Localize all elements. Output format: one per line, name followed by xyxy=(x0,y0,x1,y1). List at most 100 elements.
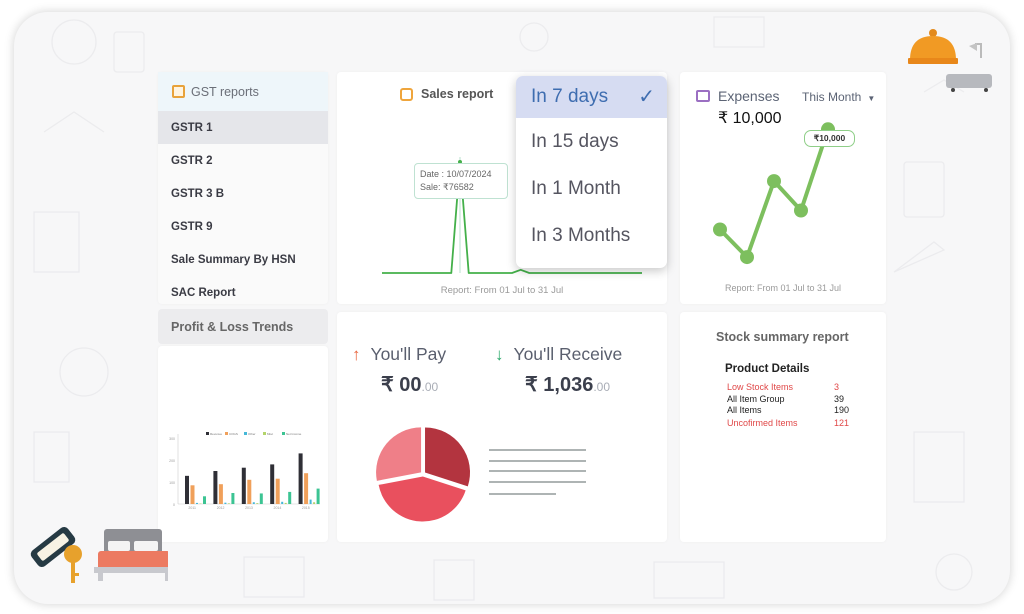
stock-summary-title: Stock summary report xyxy=(716,330,849,344)
pl-y-tick-label: 300 xyxy=(169,437,175,441)
check-icon: ✓ xyxy=(638,86,655,108)
pl-bar xyxy=(203,496,206,504)
profit-loss-panel: 0 100 200 300 Revenue COGS Other Misc Net Income… xyxy=(158,346,328,542)
room-key-icon xyxy=(30,526,82,583)
expenses-point xyxy=(740,250,754,265)
receive-amount: ₹ 1,036.00 xyxy=(525,372,610,397)
period-option-15-days[interactable]: In 15 days xyxy=(516,118,667,165)
receive-label: You'll Receive xyxy=(513,344,623,364)
gst-reports-panel: GST reports GSTR 1 GSTR 2 GSTR 3 B GSTR … xyxy=(158,72,328,304)
sales-tooltip: Date : 10/07/2024 Sale: ₹76582 xyxy=(414,163,508,199)
sales-report-icon xyxy=(400,87,413,101)
pl-legend-swatch xyxy=(244,432,247,435)
stock-row-value: 190 xyxy=(834,405,850,415)
period-option-3-months[interactable]: In 3 Months xyxy=(516,212,667,259)
expenses-point xyxy=(767,174,781,189)
stock-row-label: All Items xyxy=(727,405,762,415)
pl-legend-swatch xyxy=(263,432,266,435)
pl-bar xyxy=(275,478,280,504)
pl-bar xyxy=(316,488,320,504)
pl-bar xyxy=(259,493,263,504)
hotel-illustration-top xyxy=(908,29,992,92)
pl-legend-label: Revenue xyxy=(210,432,222,436)
stock-row-value: 39 xyxy=(834,394,845,404)
expenses-point xyxy=(713,222,727,237)
period-option-1-month[interactable]: In 1 Month xyxy=(516,165,667,212)
gst-item-gstr3b[interactable]: GSTR 3 B xyxy=(158,177,328,210)
expenses-title: Expenses xyxy=(718,88,780,104)
gst-item-sac-report[interactable]: SAC Report xyxy=(158,276,328,309)
stock-row-value: 3 xyxy=(834,382,840,392)
pl-bar xyxy=(284,502,287,504)
pay-amount-value: ₹ 00 xyxy=(381,374,422,396)
pl-bar xyxy=(304,473,309,504)
pl-bar xyxy=(185,475,189,504)
hotel-illustration-bottom xyxy=(30,526,168,583)
profit-loss-tab[interactable]: Profit & Loss Trends xyxy=(158,309,328,344)
pl-x-tick-label: 2012 xyxy=(217,506,225,510)
expenses-value-badge: ₹10,000 xyxy=(804,130,855,147)
period-option-7-days[interactable]: In 7 days ✓ xyxy=(516,76,667,118)
caret-down-icon: ▼ xyxy=(867,94,876,103)
service-bell-icon xyxy=(908,29,958,64)
stock-row-low-stock[interactable]: Low Stock Items 3 xyxy=(727,382,847,392)
product-details-heading: Product Details xyxy=(725,363,810,375)
stock-row-label: Low Stock Items xyxy=(727,382,794,392)
tooltip-sale: Sale: ₹76582 xyxy=(420,182,474,192)
pl-bar xyxy=(288,491,292,504)
pay-label: You'll Pay xyxy=(370,344,447,364)
stock-row-unconfirmed[interactable]: Uncofirmed Items 121 xyxy=(727,418,849,428)
stock-row-label: All Item Group xyxy=(727,394,785,404)
balances-card: ↑ You'll Pay ₹ 00 .00 ↓ You'll Receive ₹ … xyxy=(337,312,667,542)
pl-bar xyxy=(298,453,303,504)
wallet-icon xyxy=(696,90,710,102)
dashboard-frame: GST reports GSTR 1 GSTR 2 GSTR 3 B GSTR … xyxy=(14,12,1010,604)
pl-legend-label: COGS xyxy=(229,432,238,436)
receive-amount-decimals: .00 xyxy=(593,380,611,394)
gst-item-sale-summary-hsn[interactable]: Sale Summary By HSN xyxy=(158,243,328,276)
expenses-period-label: This Month xyxy=(802,90,862,104)
pie-slice xyxy=(376,427,422,481)
pl-y-tick-label: 100 xyxy=(169,481,175,485)
stock-row-label: Uncofirmed Items xyxy=(727,418,798,428)
pl-legend-swatch xyxy=(225,432,228,435)
period-dropdown-menu: In 7 days ✓ In 15 days In 1 Month In 3 M… xyxy=(516,76,667,268)
expenses-period-select[interactable]: This Month ▼ xyxy=(802,90,875,104)
expenses-footer: Report: From 01 Jul to 31 Jul xyxy=(724,283,842,293)
arrow-down-icon: ↓ xyxy=(495,344,504,364)
pl-bar xyxy=(218,484,223,504)
pl-legend-label: Net Income xyxy=(286,432,302,436)
pie-slice xyxy=(425,427,471,487)
pl-bar xyxy=(281,501,284,504)
receive-label-row: ↓ You'll Receive xyxy=(495,344,622,365)
pie-slice xyxy=(378,476,466,522)
pl-bar xyxy=(190,485,195,504)
expenses-header: Expenses xyxy=(696,88,779,104)
pl-bar xyxy=(270,464,275,504)
expenses-amount: ₹ 10,000 xyxy=(718,110,782,127)
pl-bar xyxy=(213,471,218,504)
gst-item-gstr1[interactable]: GSTR 1 xyxy=(158,111,328,144)
gst-item-gstr9[interactable]: GSTR 9 xyxy=(158,210,328,243)
stock-row-item-group[interactable]: All Item Group 39 xyxy=(727,394,847,404)
pl-legend-swatch xyxy=(206,432,209,435)
pl-x-tick-label: 2014 xyxy=(274,506,282,510)
pl-legend-swatch xyxy=(282,432,285,435)
stock-row-all-items[interactable]: All Items 190 xyxy=(727,405,850,415)
gst-reports-header[interactable]: GST reports xyxy=(158,72,328,111)
period-option-label: In 7 days xyxy=(531,86,609,107)
pl-bar xyxy=(231,493,235,504)
expenses-series-line xyxy=(718,128,830,260)
pl-bar xyxy=(196,502,198,504)
pl-bar xyxy=(256,503,259,504)
pl-legend-label: Misc xyxy=(267,432,274,436)
arrow-up-icon: ↑ xyxy=(352,344,361,364)
pl-bar xyxy=(252,502,255,504)
pl-bar xyxy=(309,499,312,504)
pl-y-tick-label: 200 xyxy=(169,459,175,463)
pl-bar xyxy=(241,467,246,504)
pl-bar xyxy=(224,502,227,504)
pl-x-tick-label: 2015 xyxy=(302,506,310,510)
gst-item-gstr2[interactable]: GSTR 2 xyxy=(158,144,328,177)
pl-bar xyxy=(247,479,252,504)
